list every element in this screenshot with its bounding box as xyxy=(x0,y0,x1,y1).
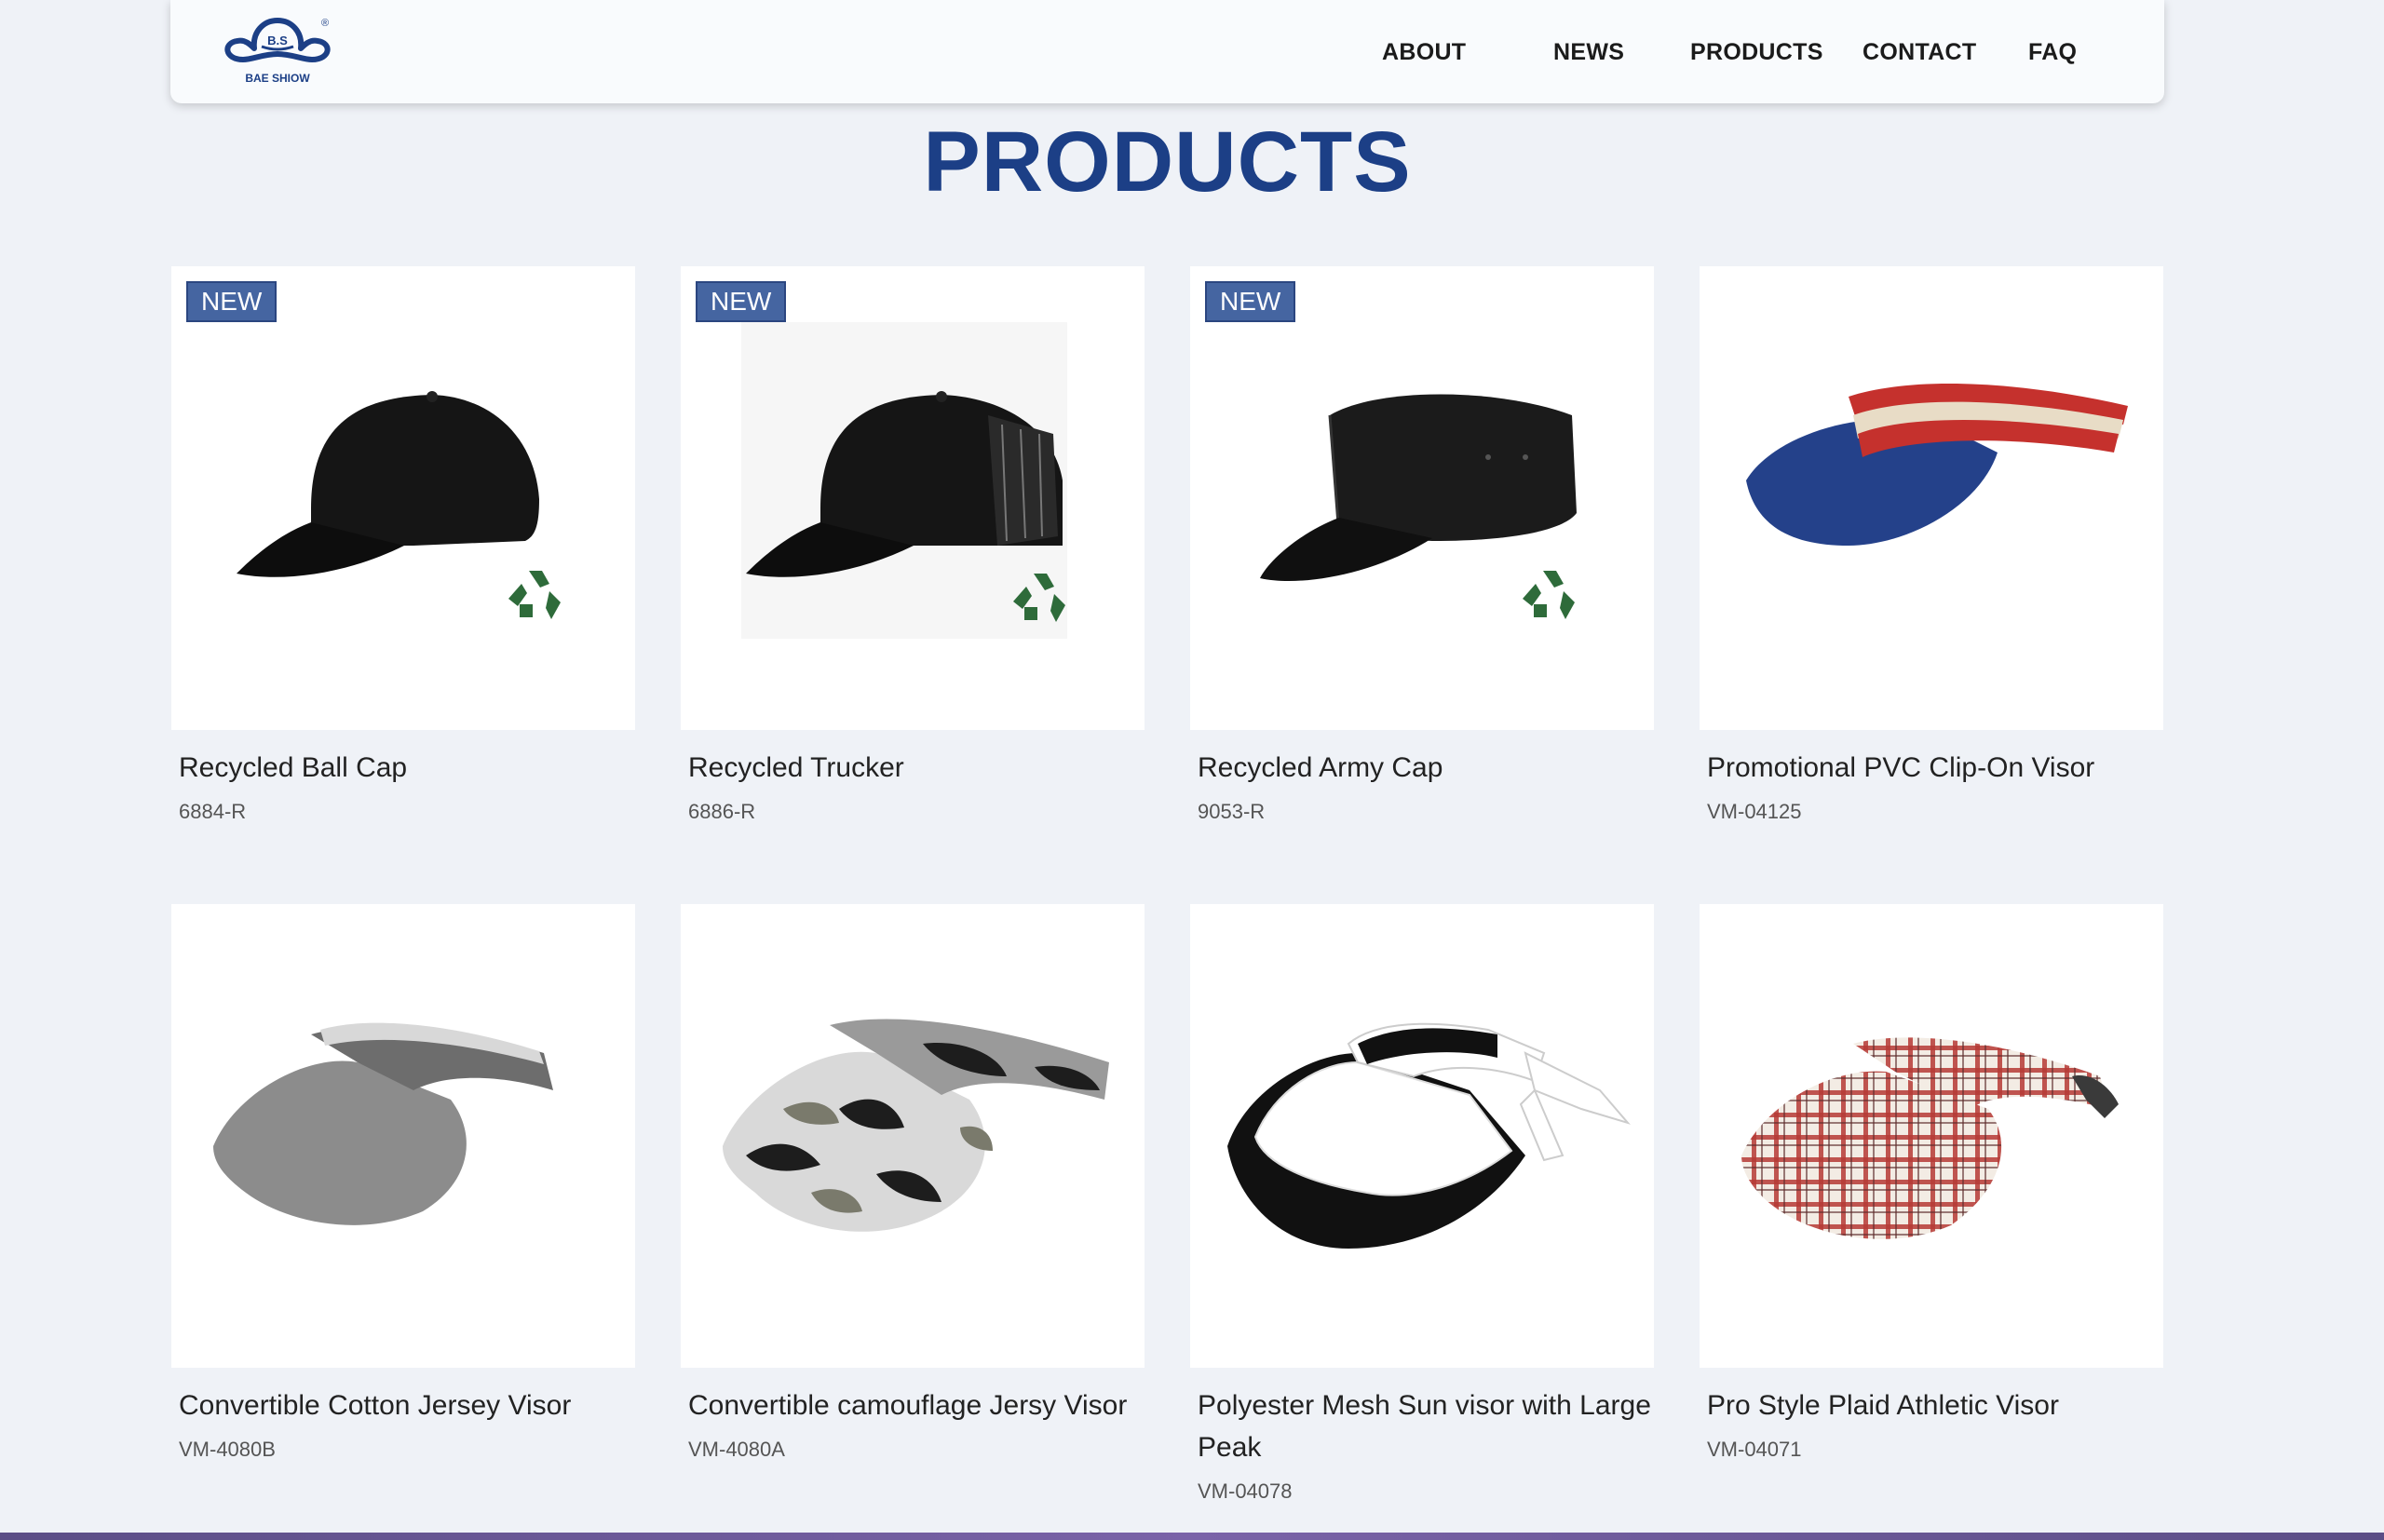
site-header: B.S ® BAE SHIOW ABOUT NEWS PRODUCTS CONT… xyxy=(170,0,2164,103)
nav-about[interactable]: ABOUT xyxy=(1382,39,1466,66)
bottom-bar xyxy=(0,1533,2384,1540)
product-name[interactable]: Pro Style Plaid Athletic Visor xyxy=(1700,1385,2163,1426)
nav-contact[interactable]: CONTACT xyxy=(1862,39,1976,66)
product-card[interactable]: Convertible Cotton Jersey Visor VM-4080B xyxy=(171,904,635,1462)
product-name[interactable]: Promotional PVC Clip-On Visor xyxy=(1700,747,2163,789)
product-name[interactable]: Recycled Trucker xyxy=(681,747,1145,789)
svg-text:®: ® xyxy=(321,18,329,29)
product-name[interactable]: Polyester Mesh Sun visor with Large Peak xyxy=(1190,1385,1654,1468)
product-card[interactable]: Polyester Mesh Sun visor with Large Peak… xyxy=(1190,904,1654,1504)
product-card[interactable]: NEW Recycled Trucker 6886-R xyxy=(681,266,1145,824)
product-image[interactable] xyxy=(171,904,635,1368)
product-code: 6886-R xyxy=(688,800,756,823)
nav-faq[interactable]: FAQ xyxy=(2028,39,2077,66)
bae-shiow-logo-icon: B.S ® BAE SHIOW xyxy=(224,18,331,85)
product-code: 6884-R xyxy=(179,800,247,823)
recycle-icon xyxy=(508,571,561,619)
product-code: VM-04125 xyxy=(1707,800,1802,823)
product-image[interactable] xyxy=(1700,904,2163,1368)
page-title: PRODUCTS xyxy=(923,115,1412,209)
black-ball-cap-icon xyxy=(237,391,561,619)
new-badge: NEW xyxy=(696,281,787,322)
product-card[interactable]: NEW Recycled Army Cap 9053-R xyxy=(1190,266,1654,824)
product-name[interactable]: Convertible Cotton Jersey Visor xyxy=(171,1385,635,1426)
recycle-icon xyxy=(1523,571,1575,619)
plaid-visor-icon xyxy=(1741,1037,2119,1239)
product-card[interactable]: NEW Recycled Ball Cap 6884-R xyxy=(171,266,635,824)
white-black-sun-visor-icon xyxy=(1227,1022,1631,1249)
product-code: VM-04078 xyxy=(1198,1479,1293,1503)
product-image[interactable]: NEW xyxy=(681,266,1145,730)
nav-products[interactable]: PRODUCTS xyxy=(1690,39,1823,66)
product-card[interactable]: Convertible camouflage Jersy Visor VM-40… xyxy=(681,904,1145,1462)
new-badge: NEW xyxy=(186,281,278,322)
svg-text:B.S: B.S xyxy=(267,34,288,47)
product-card[interactable]: Pro Style Plaid Athletic Visor VM-04071 xyxy=(1700,904,2163,1462)
product-image[interactable] xyxy=(681,904,1145,1368)
nav-news[interactable]: NEWS xyxy=(1553,39,1624,66)
product-code: VM-04071 xyxy=(1707,1438,1802,1461)
blue-clip-on-visor-icon xyxy=(1746,384,2128,546)
product-code: VM-4080A xyxy=(688,1438,785,1461)
black-trucker-cap-icon xyxy=(741,322,1067,639)
product-image[interactable]: NEW xyxy=(1190,266,1654,730)
product-code: 9053-R xyxy=(1198,800,1266,823)
brand-logo[interactable]: B.S ® BAE SHIOW xyxy=(217,11,338,91)
product-name[interactable]: Convertible camouflage Jersy Visor xyxy=(681,1385,1145,1426)
product-card[interactable]: Promotional PVC Clip-On Visor VM-04125 xyxy=(1700,266,2163,824)
camouflage-visor-icon xyxy=(723,1019,1109,1232)
grey-jersey-visor-icon xyxy=(213,1022,553,1225)
product-name[interactable]: Recycled Army Cap xyxy=(1190,747,1654,789)
product-name[interactable]: Recycled Ball Cap xyxy=(171,747,635,789)
product-image[interactable]: NEW xyxy=(171,266,635,730)
new-badge: NEW xyxy=(1205,281,1296,322)
black-army-cap-icon xyxy=(1260,394,1577,619)
svg-text:BAE SHIOW: BAE SHIOW xyxy=(245,72,310,85)
product-code: VM-4080B xyxy=(179,1438,276,1461)
product-image[interactable] xyxy=(1190,904,1654,1368)
product-image[interactable] xyxy=(1700,266,2163,730)
